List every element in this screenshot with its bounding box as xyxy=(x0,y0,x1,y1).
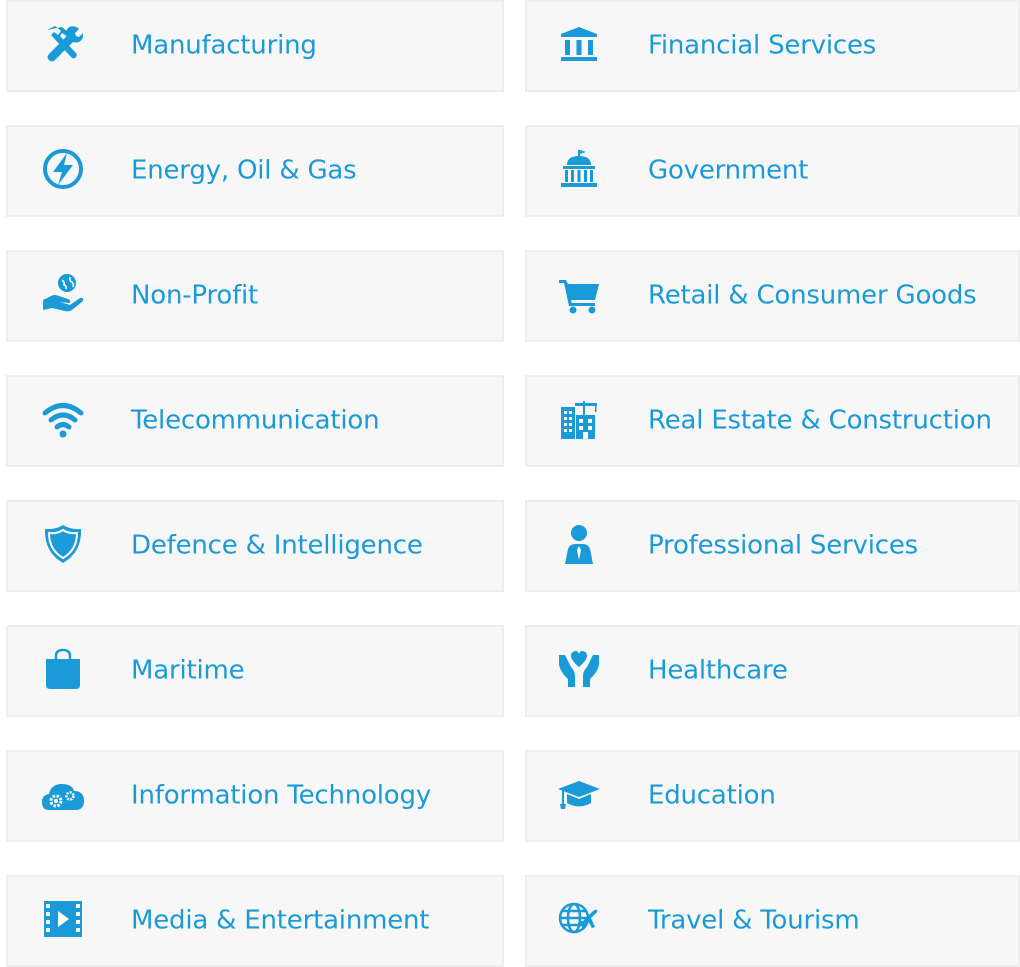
industry-card-education[interactable]: Education xyxy=(525,750,1020,842)
businessman-icon xyxy=(557,522,601,566)
industry-card-financial-services[interactable]: Financial Services xyxy=(525,0,1020,92)
industry-card-information-technology[interactable]: Information Technology xyxy=(6,750,504,842)
industry-label: Telecommunication xyxy=(131,405,380,436)
industry-card-maritime[interactable]: Maritime xyxy=(6,625,504,717)
industry-label: Real Estate & Construction xyxy=(648,405,992,436)
industry-label: Education xyxy=(648,780,776,811)
construction-building-icon xyxy=(557,397,601,441)
bank-icon xyxy=(557,22,601,66)
industry-label: Retail & Consumer Goods xyxy=(648,280,977,311)
industry-card-non-profit[interactable]: Non-Profit xyxy=(6,250,504,342)
government-building-icon xyxy=(557,147,601,191)
industry-card-retail-consumer-goods[interactable]: Retail & Consumer Goods xyxy=(525,250,1020,342)
globe-plane-icon xyxy=(557,897,601,941)
industry-card-telecommunication[interactable]: Telecommunication xyxy=(6,375,504,467)
tools-icon xyxy=(41,22,85,66)
cloud-gears-icon xyxy=(41,772,85,816)
industry-card-media-entertainment[interactable]: Media & Entertainment xyxy=(6,875,504,967)
wifi-icon xyxy=(41,397,85,441)
industry-card-defence-intelligence[interactable]: Defence & Intelligence xyxy=(6,500,504,592)
industry-label: Information Technology xyxy=(131,780,432,811)
industry-card-government[interactable]: Government xyxy=(525,125,1020,217)
hand-globe-icon xyxy=(41,272,85,316)
industry-card-energy-oil-gas[interactable]: Energy, Oil & Gas xyxy=(6,125,504,217)
industry-card-manufacturing[interactable]: Manufacturing xyxy=(6,0,504,92)
industry-card-real-estate-construction[interactable]: Real Estate & Construction xyxy=(525,375,1020,467)
industry-card-healthcare[interactable]: Healthcare xyxy=(525,625,1020,717)
industries-grid: Manufacturing Financial Services Energy,… xyxy=(6,0,1020,967)
industry-label: Travel & Tourism xyxy=(648,905,860,936)
shopping-cart-icon xyxy=(557,272,601,316)
industry-label: Government xyxy=(648,155,809,186)
industry-label: Media & Entertainment xyxy=(131,905,430,936)
bag-icon xyxy=(41,647,85,691)
industry-label: Energy, Oil & Gas xyxy=(131,155,357,186)
industry-card-travel-tourism[interactable]: Travel & Tourism xyxy=(525,875,1020,967)
graduation-cap-icon xyxy=(557,772,601,816)
industry-label: Professional Services xyxy=(648,530,918,561)
hands-heart-icon xyxy=(557,647,601,691)
industry-label: Defence & Intelligence xyxy=(131,530,423,561)
industry-label: Non-Profit xyxy=(131,280,259,311)
industry-label: Financial Services xyxy=(648,30,877,61)
industry-label: Maritime xyxy=(131,655,245,686)
industry-label: Manufacturing xyxy=(131,30,317,61)
lightning-icon xyxy=(41,147,85,191)
shield-icon xyxy=(41,522,85,566)
film-play-icon xyxy=(41,897,85,941)
industry-label: Healthcare xyxy=(648,655,788,686)
industry-card-professional-services[interactable]: Professional Services xyxy=(525,500,1020,592)
